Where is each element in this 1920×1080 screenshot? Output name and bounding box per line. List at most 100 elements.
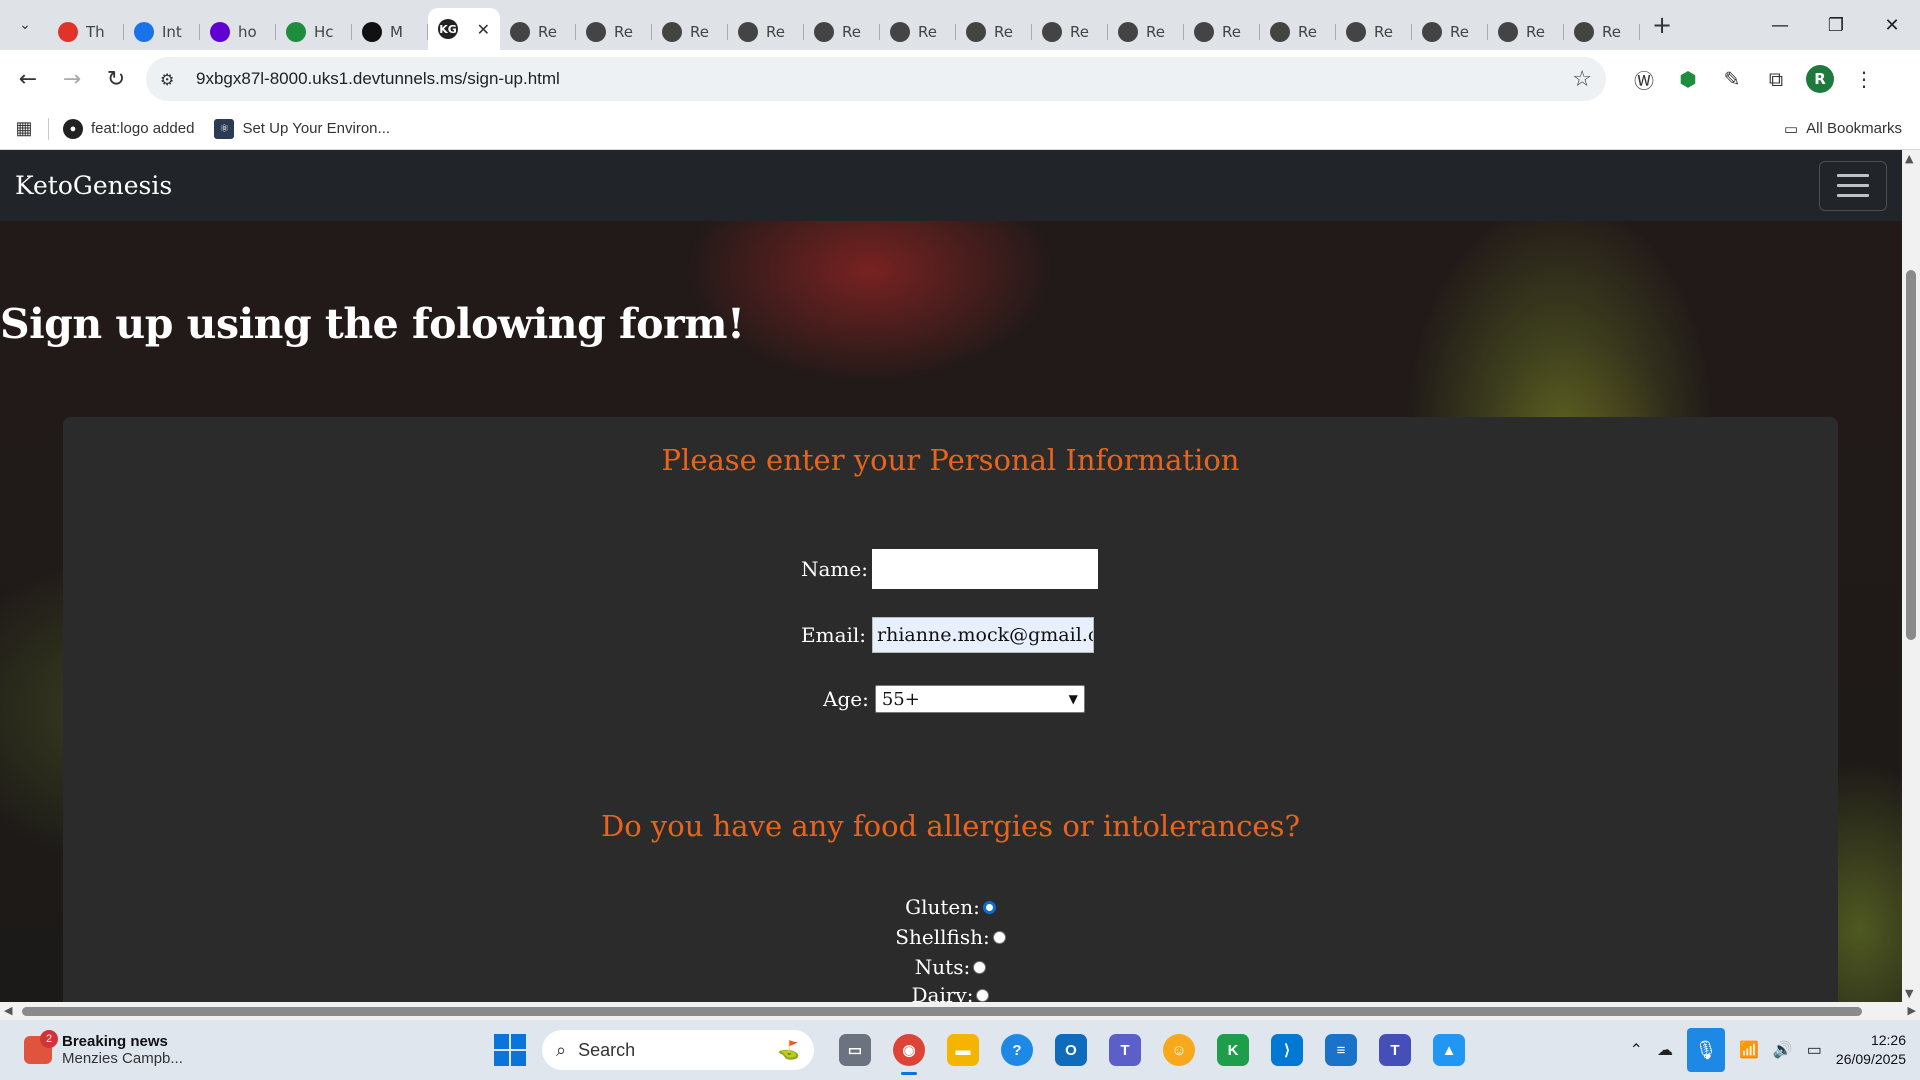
- chrome-icon[interactable]: ◉: [882, 1023, 936, 1077]
- browser-tab[interactable]: Re: [500, 14, 576, 50]
- eyedropper-extension-icon[interactable]: ✎: [1710, 57, 1754, 101]
- new-tab-button[interactable]: +: [1644, 7, 1680, 43]
- horizontal-scrollbar[interactable]: ◀ ▶: [0, 1002, 1920, 1020]
- browser-tab[interactable]: Re: [1412, 14, 1488, 50]
- volume-icon[interactable]: 🔊: [1773, 1040, 1793, 1060]
- browser-tab[interactable]: Re: [652, 14, 728, 50]
- browser-tab[interactable]: Re: [804, 14, 880, 50]
- tab-label: Hc: [314, 23, 334, 41]
- kotlin-icon[interactable]: K: [1206, 1023, 1260, 1077]
- tab-label: Re: [538, 23, 557, 41]
- bookmark-star-icon[interactable]: ☆: [1572, 67, 1592, 92]
- clock[interactable]: 12:26 26/09/2025: [1836, 1031, 1906, 1069]
- menu-kebab-icon[interactable]: ⋮: [1842, 57, 1886, 101]
- taskbar-search-box[interactable]: ⌕ Search ⛳: [542, 1030, 814, 1070]
- vertical-scroll-thumb[interactable]: [1906, 270, 1916, 640]
- site-navbar: KetoGenesis: [0, 150, 1902, 221]
- teams-icon[interactable]: T: [1098, 1023, 1152, 1077]
- hamburger-menu-icon[interactable]: [1819, 160, 1887, 211]
- bookmark-feat-logo-added[interactable]: ● feat:logo added: [63, 118, 194, 139]
- allergy-option-gluten: Gluten:: [63, 895, 1838, 919]
- browser-tab[interactable]: ho: [200, 14, 276, 50]
- age-selected-value: 55+: [881, 688, 920, 710]
- browser-tab[interactable]: Re: [1184, 14, 1260, 50]
- profile-button[interactable]: R: [1798, 57, 1842, 101]
- browser-tab[interactable]: Th: [48, 14, 124, 50]
- wordpress-extension-icon[interactable]: Ⓦ: [1622, 57, 1666, 101]
- all-bookmarks-button[interactable]: ▭ All Bookmarks: [1784, 120, 1902, 138]
- scroll-right-arrow-icon[interactable]: ▶: [1908, 1004, 1916, 1017]
- shield-extension-icon[interactable]: ⬢: [1666, 57, 1710, 101]
- browser-tab[interactable]: Re: [1564, 14, 1640, 50]
- email-input[interactable]: rhianne.mock@gmail.co: [872, 617, 1095, 653]
- nuts-radio[interactable]: [973, 960, 987, 974]
- battery-icon[interactable]: ▭: [1807, 1040, 1822, 1060]
- browser-tab[interactable]: KG ✕: [428, 8, 500, 50]
- horizontal-scroll-thumb[interactable]: [22, 1007, 1862, 1016]
- restore-button[interactable]: ❐: [1808, 0, 1864, 50]
- browser-tab[interactable]: Re: [1336, 14, 1412, 50]
- url-text[interactable]: 9xbgx87l-8000.uks1.devtunnels.ms/sign-up…: [196, 69, 560, 89]
- back-button[interactable]: ←: [6, 57, 50, 101]
- wifi-icon[interactable]: 📶: [1739, 1040, 1759, 1060]
- site-brand-link[interactable]: KetoGenesis: [15, 171, 172, 200]
- tab-label: Re: [1222, 23, 1241, 41]
- news-widget[interactable]: 2 Breaking news Menzies Campb...: [24, 1030, 444, 1067]
- browser-tab[interactable]: Re: [1032, 14, 1108, 50]
- chevron-up-icon[interactable]: ⌃: [1630, 1040, 1643, 1060]
- browser-tab[interactable]: Re: [1108, 14, 1184, 50]
- forward-button[interactable]: →: [50, 57, 94, 101]
- close-tab-icon[interactable]: ✕: [477, 20, 490, 39]
- bookmark-separator: [48, 117, 49, 140]
- teams-work-icon[interactable]: T: [1368, 1023, 1422, 1077]
- search-icon: ⌕: [556, 1039, 567, 1060]
- help-icon[interactable]: ?: [990, 1023, 1044, 1077]
- shellfish-radio[interactable]: [992, 930, 1006, 944]
- allergy-title: Do you have any food allergies or intole…: [600, 809, 1301, 843]
- task-view-icon[interactable]: ▭: [828, 1023, 882, 1077]
- tab-label: Re: [614, 23, 633, 41]
- globe-icon: [1194, 22, 1214, 42]
- dairy-radio[interactable]: [976, 988, 990, 1002]
- signup-form-card: Please enter your Personal Information N…: [63, 417, 1838, 1002]
- scroll-down-arrow-icon[interactable]: ▼: [1905, 987, 1913, 1000]
- scroll-left-arrow-icon[interactable]: ◀: [4, 1004, 12, 1017]
- bookmark-setup-environment[interactable]: ⚛ Set Up Your Environ...: [214, 118, 390, 139]
- reload-button[interactable]: ↻: [94, 57, 138, 101]
- age-select[interactable]: 55+ ▼: [874, 685, 1085, 713]
- file-explorer-icon[interactable]: ▬: [936, 1023, 990, 1077]
- browser-tab[interactable]: Int: [124, 14, 200, 50]
- browser-tab[interactable]: Re: [576, 14, 652, 50]
- name-input[interactable]: [873, 551, 1096, 587]
- photos-icon[interactable]: ▲: [1422, 1023, 1476, 1077]
- vscode-icon[interactable]: ⟩: [1260, 1023, 1314, 1077]
- site-info-icon[interactable]: ⚙: [160, 70, 188, 89]
- gluten-radio[interactable]: [982, 900, 996, 914]
- microphone-icon[interactable]: 🎙: [1686, 1028, 1725, 1072]
- apps-grid-icon[interactable]: ▦: [0, 118, 48, 139]
- browser-tab[interactable]: Re: [728, 14, 804, 50]
- github-icon: ●: [63, 118, 83, 139]
- tab-label: ho: [238, 23, 257, 41]
- outlook-icon[interactable]: O: [1044, 1023, 1098, 1077]
- onedrive-cloud-icon[interactable]: ☁: [1657, 1040, 1673, 1060]
- browser-tab[interactable]: Hc: [276, 14, 352, 50]
- browser-tab[interactable]: M: [352, 14, 428, 50]
- tab-label: Re: [766, 23, 785, 41]
- scroll-up-arrow-icon[interactable]: ▲: [1905, 152, 1913, 165]
- extensions-puzzle-icon[interactable]: ⧉: [1754, 57, 1798, 101]
- globe-icon: [1270, 22, 1290, 42]
- discord-icon[interactable]: ☺: [1152, 1023, 1206, 1077]
- notepad-icon[interactable]: ≡: [1314, 1023, 1368, 1077]
- close-window-button[interactable]: ✕: [1864, 0, 1920, 50]
- windows-start-icon[interactable]: [494, 1034, 526, 1066]
- tab-search-button[interactable]: ⌄: [8, 8, 42, 42]
- minimize-button[interactable]: —: [1752, 0, 1808, 50]
- browser-tab[interactable]: Re: [880, 14, 956, 50]
- browser-tab[interactable]: Re: [1488, 14, 1564, 50]
- browser-tab[interactable]: Re: [1260, 14, 1336, 50]
- address-bar[interactable]: ⚙ 9xbgx87l-8000.uks1.devtunnels.ms/sign-…: [146, 57, 1606, 101]
- vertical-scrollbar[interactable]: ▲ ▼: [1902, 150, 1920, 1002]
- browser-tab[interactable]: Re: [956, 14, 1032, 50]
- globe-icon: [1422, 22, 1442, 42]
